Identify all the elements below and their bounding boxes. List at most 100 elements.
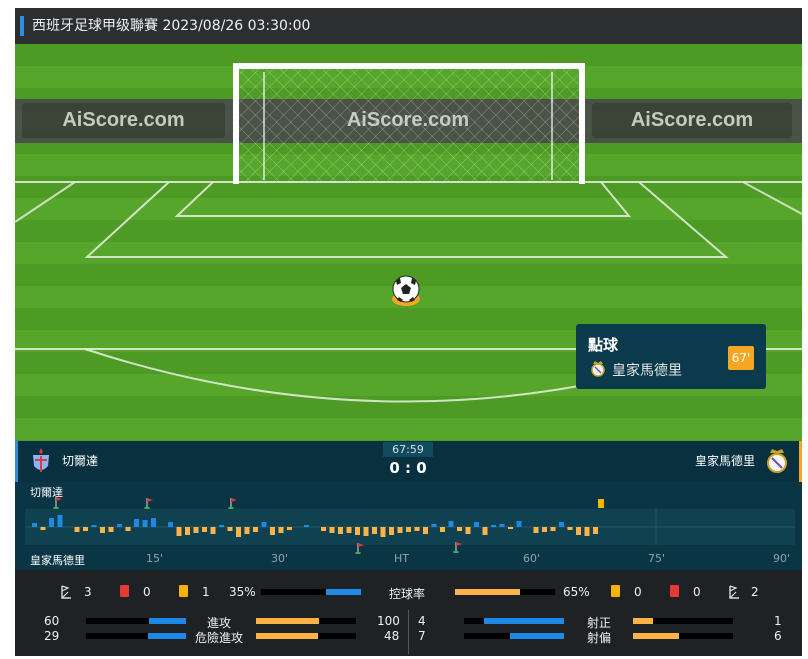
away-on-target-bar <box>633 618 733 624</box>
away-momentum-bar <box>287 527 292 530</box>
away-momentum-bar <box>338 527 343 534</box>
home-attack: 60 <box>44 614 60 628</box>
corner-kick-icon <box>729 585 739 599</box>
event-title: 點球 <box>588 336 619 354</box>
away-momentum-bar <box>372 527 377 534</box>
home-on-target: 4 <box>418 614 426 628</box>
tick-15: 15' <box>146 552 164 565</box>
away-momentum-bar <box>244 527 250 534</box>
home-possession-bar <box>261 589 361 595</box>
away-danger-bar <box>256 633 356 639</box>
home-attack-bar <box>86 618 186 624</box>
event-team: 皇家馬德里 <box>612 363 682 379</box>
home-off-target-bar <box>464 633 564 639</box>
red-card-icon <box>120 585 129 597</box>
match-score: 0 : 0 <box>389 459 427 477</box>
tick-90: 90' <box>773 552 791 565</box>
match-widget: 西班牙足球甲级聯賽 2023/08/26 03:30:00 AiScore.co… <box>15 8 802 656</box>
home-momentum-bar <box>491 525 496 527</box>
away-momentum-bar <box>465 527 471 534</box>
away-momentum-bar <box>108 527 114 532</box>
away-momentum-bar <box>278 527 284 533</box>
home-momentum-bar <box>91 525 97 527</box>
away-momentum-bar <box>440 527 445 532</box>
away-red-cards: 0 <box>693 585 701 599</box>
tick-60: 60' <box>523 552 541 565</box>
home-accent <box>15 441 18 482</box>
corner-flag-icon <box>228 498 237 509</box>
match-title: 西班牙足球甲级聯賽 2023/08/26 03:30:00 <box>32 18 311 34</box>
home-momentum-bar <box>142 520 148 527</box>
away-momentum-bar <box>406 527 411 532</box>
home-momentum-bar <box>499 524 505 527</box>
away-momentum-bar <box>355 527 360 535</box>
match-clock: 67:59 <box>383 442 433 457</box>
away-momentum-bar <box>227 527 233 531</box>
home-momentum-bar <box>431 524 437 527</box>
home-momentum-bar <box>134 519 139 527</box>
away-yellow-cards: 0 <box>634 585 642 599</box>
away-momentum-bar <box>202 527 207 532</box>
away-momentum-bar <box>584 527 590 536</box>
home-momentum-bar <box>151 518 156 527</box>
away-momentum-bar <box>270 527 275 535</box>
away-momentum-bar <box>363 527 369 536</box>
away-momentum-bar <box>236 527 241 537</box>
scoreboard: 切爾達 67:59 0 : 0 皇家馬德里 <box>15 441 802 482</box>
corner-flag-icon <box>53 497 62 509</box>
home-red-cards: 0 <box>143 585 151 599</box>
away-momentum-bar <box>482 527 488 535</box>
match-timeline: 切爾達 皇家馬德里 15' 30' HT 60' 75' 90' <box>15 482 802 570</box>
home-off-target: 7 <box>418 629 426 643</box>
away-attack: 100 <box>377 614 400 628</box>
home-yellow-cards: 1 <box>202 585 210 599</box>
away-momentum-bar <box>74 527 80 532</box>
home-possession: 35% <box>229 585 256 599</box>
away-danger: 48 <box>384 629 400 643</box>
home-danger: 29 <box>44 629 60 643</box>
red-card-icon <box>670 585 679 597</box>
away-momentum-bar <box>83 527 88 531</box>
away-momentum-bar <box>567 527 573 530</box>
home-momentum-bar <box>261 522 267 527</box>
away-momentum-bar <box>576 527 581 535</box>
home-momentum-bar <box>559 522 564 527</box>
home-momentum-bar <box>117 524 122 527</box>
away-momentum-bar <box>414 527 420 531</box>
away-possession-bar <box>455 589 555 595</box>
danger-label: 危險進攻 <box>195 631 244 645</box>
away-momentum-bar <box>457 527 462 531</box>
away-momentum-bar <box>542 527 547 532</box>
home-team-name: 切爾達 <box>62 454 99 468</box>
away-momentum-bar <box>397 527 403 533</box>
away-accent <box>799 441 802 482</box>
header-accent <box>20 16 24 36</box>
away-momentum-bar <box>185 527 190 535</box>
off-target-label: 射偏 <box>587 631 612 645</box>
away-momentum-bar <box>210 527 216 534</box>
away-momentum-bar <box>508 527 513 529</box>
home-on-target-bar <box>464 618 564 624</box>
home-momentum-bar <box>516 521 522 527</box>
yellow-card-icon <box>611 585 620 597</box>
away-momentum-bar <box>423 527 428 534</box>
tick-30: 30' <box>271 552 289 565</box>
away-momentum-bar <box>380 527 386 537</box>
away-momentum-bar <box>100 527 105 533</box>
ball-icon <box>392 275 420 303</box>
celta-crest-icon <box>33 448 49 472</box>
home-danger-bar <box>86 633 186 639</box>
away-momentum-bar <box>176 527 182 536</box>
away-off-target: 6 <box>774 629 782 643</box>
away-on-target: 1 <box>774 614 782 628</box>
away-momentum-bar <box>593 527 598 534</box>
away-attack-bar <box>256 618 356 624</box>
pitch-view: AiScore.com AiScore.com AiScore.com <box>15 44 802 441</box>
home-corners: 3 <box>84 585 92 599</box>
home-momentum-bar <box>448 521 454 527</box>
away-team-name: 皇家馬德里 <box>694 454 755 468</box>
away-momentum-bar <box>40 527 46 530</box>
away-momentum-bar <box>253 527 258 532</box>
away-momentum-bar <box>125 527 131 531</box>
real-madrid-crest-icon <box>591 361 605 377</box>
